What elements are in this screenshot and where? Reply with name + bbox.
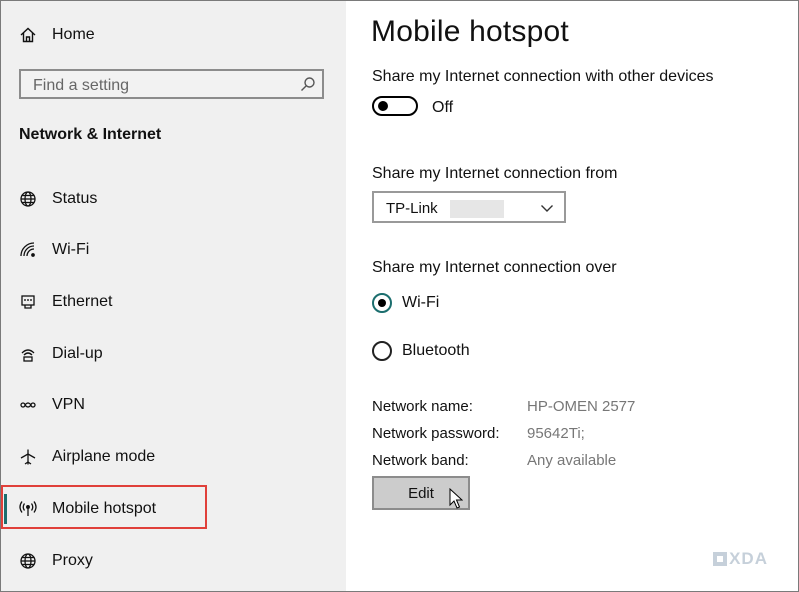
radio-wifi-label: Wi-Fi — [402, 294, 440, 311]
search-placeholder: Find a setting — [33, 77, 130, 94]
toggle-state-label: Off — [432, 99, 454, 116]
watermark-text: XDA — [729, 549, 768, 568]
search-input[interactable]: Find a setting — [19, 69, 324, 99]
toggle-knob — [378, 101, 388, 111]
sidebar: Home Find a setting Network & Internet S… — [1, 1, 346, 591]
dialup-icon — [18, 344, 38, 364]
network-name-label: Network name: — [372, 398, 473, 415]
page-title: Mobile hotspot — [371, 15, 569, 48]
wifi-icon — [18, 240, 38, 260]
select-value: TP-Link — [386, 200, 438, 217]
xda-logo-icon — [713, 552, 728, 566]
sidebar-item-label: Mobile hotspot — [52, 500, 157, 517]
share-label: Share my Internet connection with other … — [372, 68, 714, 85]
sidebar-item-dialup[interactable]: Dial-up — [1, 334, 346, 374]
sidebar-item-label: Status — [52, 190, 98, 207]
connection-from-select[interactable]: TP-Link — [372, 191, 566, 223]
hotspot-icon — [18, 499, 38, 519]
share-from-label: Share my Internet connection from — [372, 165, 618, 182]
hotspot-toggle[interactable] — [372, 96, 418, 116]
mouse-cursor-icon — [449, 488, 463, 509]
network-name-value: HP-OMEN 2577 — [527, 398, 636, 415]
ethernet-icon — [18, 292, 38, 312]
search-icon[interactable] — [300, 76, 316, 92]
globe-icon — [18, 551, 38, 571]
sidebar-item-status[interactable]: Status — [1, 179, 346, 219]
settings-window: Home Find a setting Network & Internet S… — [0, 0, 799, 592]
chevron-down-icon — [540, 201, 554, 215]
radio-bluetooth-label: Bluetooth — [402, 342, 470, 359]
sidebar-item-proxy[interactable]: Proxy — [1, 541, 346, 581]
sidebar-item-airplane-mode[interactable]: Airplane mode — [1, 437, 346, 477]
sidebar-item-label: Proxy — [52, 552, 93, 569]
home-icon — [18, 25, 38, 45]
radio-bluetooth[interactable] — [372, 341, 392, 361]
globe-icon — [18, 189, 38, 209]
redacted-area — [450, 200, 504, 218]
sidebar-item-label: Wi-Fi — [52, 241, 90, 258]
network-band-label: Network band: — [372, 452, 469, 469]
vpn-icon — [18, 395, 38, 415]
share-over-label: Share my Internet connection over — [372, 259, 617, 276]
network-password-label: Network password: — [372, 425, 500, 442]
sidebar-item-home[interactable]: Home — [1, 15, 346, 55]
airplane-icon — [18, 447, 38, 467]
sidebar-item-label: Airplane mode — [52, 448, 156, 465]
sidebar-item-mobile-hotspot[interactable]: Mobile hotspot — [1, 489, 346, 529]
sidebar-item-label: VPN — [52, 396, 85, 413]
radio-wifi[interactable] — [372, 293, 392, 313]
network-band-value: Any available — [527, 452, 617, 469]
sidebar-item-ethernet[interactable]: Ethernet — [1, 282, 346, 322]
network-password-value: 95642Ti; — [527, 425, 585, 442]
xda-watermark: XDA — [713, 549, 768, 569]
sidebar-item-label: Ethernet — [52, 293, 113, 310]
main-content: Mobile hotspot Share my Internet connect… — [346, 1, 798, 591]
sidebar-item-wifi[interactable]: Wi-Fi — [1, 230, 346, 270]
sidebar-item-label: Home — [52, 26, 95, 43]
section-title: Network & Internet — [19, 126, 162, 143]
sidebar-item-vpn[interactable]: VPN — [1, 385, 346, 425]
sidebar-item-label: Dial-up — [52, 345, 103, 362]
